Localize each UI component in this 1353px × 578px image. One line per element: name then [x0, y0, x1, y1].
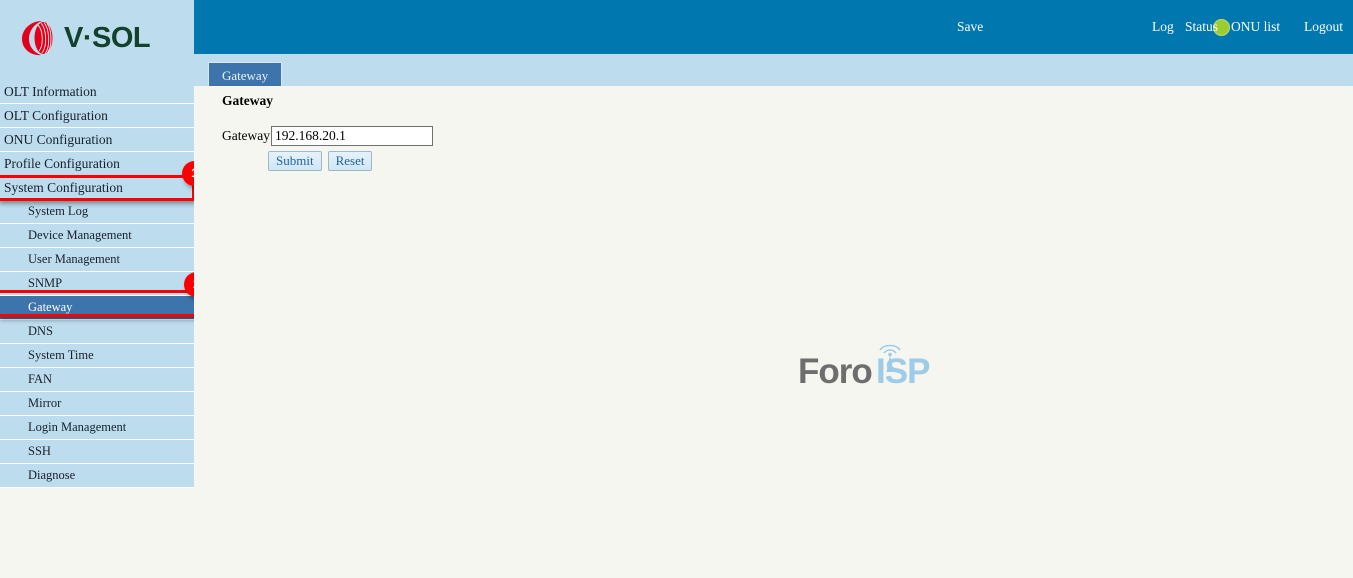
sidebar-item-dns[interactable]: DNS	[0, 320, 194, 344]
antenna-tower-icon	[879, 344, 901, 372]
tab-gateway[interactable]: Gateway	[208, 62, 283, 86]
sidebar-item-olt-configuration[interactable]: OLT Configuration	[0, 104, 194, 128]
brand-logo[interactable]: V·SOL	[18, 18, 151, 58]
sidebar-item-ssh[interactable]: SSH	[0, 440, 194, 464]
sidebar-item-fan[interactable]: FAN	[0, 368, 194, 392]
sidebar-item-login-management[interactable]: Login Management	[0, 416, 194, 440]
sidebar-item-gateway[interactable]: Gateway	[0, 296, 194, 320]
watermark-text-foro: Foro	[798, 352, 873, 391]
foroisp-watermark: Foro ISP	[794, 344, 944, 400]
sidebar-item-system-configuration[interactable]: System Configuration	[0, 176, 194, 200]
sidebar-item-system-log[interactable]: System Log	[0, 200, 194, 224]
sidebar-nav: OLT Information OLT Configuration ONU Conf…	[0, 80, 194, 488]
tab-strip: Gateway	[194, 54, 1353, 86]
gateway-input[interactable]	[270, 126, 433, 146]
log-link[interactable]: Log	[1152, 19, 1174, 35]
watermark-text-isp: ISP	[876, 352, 930, 391]
logout-link[interactable]: Logout	[1304, 19, 1343, 35]
status-link[interactable]: Status	[1185, 19, 1218, 35]
save-button[interactable]: Save	[957, 19, 983, 35]
submit-button[interactable]: Submit	[268, 151, 322, 171]
onu-list-link[interactable]: ONU list	[1231, 19, 1280, 35]
reset-button[interactable]: Reset	[327, 151, 373, 171]
form-button-row: Submit Reset	[268, 151, 373, 171]
sidebar-item-mirror[interactable]: Mirror	[0, 392, 194, 416]
sidebar-item-system-time[interactable]: System Time	[0, 344, 194, 368]
brand-logo-text: V·SOL	[64, 21, 151, 54]
top-header-bar: Save Log Status ONU list Logout	[194, 0, 1353, 54]
sidebar-item-olt-information[interactable]: OLT Information	[0, 80, 194, 104]
sidebar-item-profile-configuration[interactable]: Profile Configuration	[0, 152, 194, 176]
sidebar-item-diagnose[interactable]: Diagnose	[0, 464, 194, 488]
sidebar-item-onu-configuration[interactable]: ONU Configuration	[0, 128, 194, 152]
brand-logo-panel: V·SOL	[0, 0, 194, 80]
content-pane: Gateway Gateway Submit Reset Foro ISP	[194, 86, 1353, 578]
vsol-sphere-icon	[22, 21, 53, 56]
gateway-field-label: Gateway	[222, 128, 270, 143]
gateway-form-row: Gateway	[222, 126, 433, 146]
sidebar-item-user-management[interactable]: User Management	[0, 248, 194, 272]
sidebar-item-snmp[interactable]: SNMP	[0, 272, 194, 296]
page-title: Gateway	[222, 93, 273, 108]
sidebar-item-device-management[interactable]: Device Management	[0, 224, 194, 248]
